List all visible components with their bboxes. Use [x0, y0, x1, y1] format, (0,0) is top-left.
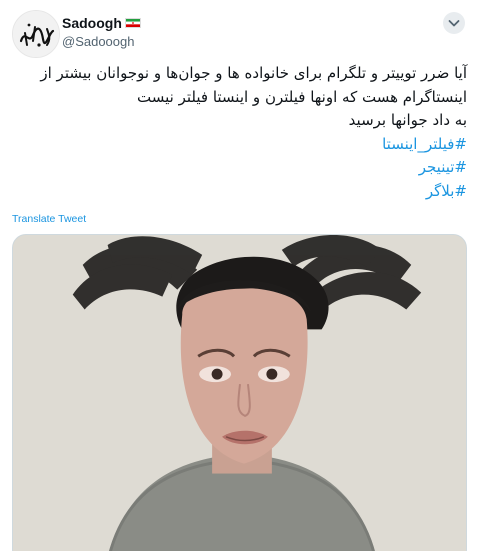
author-handle[interactable]: @Sadooogh — [62, 34, 141, 49]
hashtag-link[interactable]: #تینیجر — [12, 156, 467, 180]
tweet-line: آیا ضرر توییتر و تلگرام برای خانواده ها … — [40, 64, 467, 82]
avatar[interactable] — [12, 10, 60, 58]
author-display-name[interactable]: Sadoogh — [62, 15, 122, 31]
video-frame-image — [13, 235, 466, 551]
hashtag-link[interactable]: #فیلتر_اینستا — [12, 133, 467, 157]
translate-tweet-link[interactable]: Translate Tweet — [12, 213, 86, 225]
iran-flag-icon — [124, 17, 141, 28]
tweet-line: اینستاگرام هست که اونها فیلترن و اینستا … — [137, 87, 467, 106]
hashtag-link[interactable]: #بلاگر — [12, 180, 467, 204]
tweet-media-video[interactable] — [12, 234, 467, 551]
chevron-down-icon — [448, 20, 460, 27]
tweet-line: به داد جوانها برسید — [348, 111, 467, 129]
more-options-button[interactable] — [443, 12, 465, 34]
signature-avatar-icon — [13, 11, 59, 57]
tweet-header: Sadoogh @Sadooogh — [12, 10, 467, 58]
tweet-body: آیا ضرر توییتر و تلگرام برای خانواده ها … — [12, 62, 467, 203]
